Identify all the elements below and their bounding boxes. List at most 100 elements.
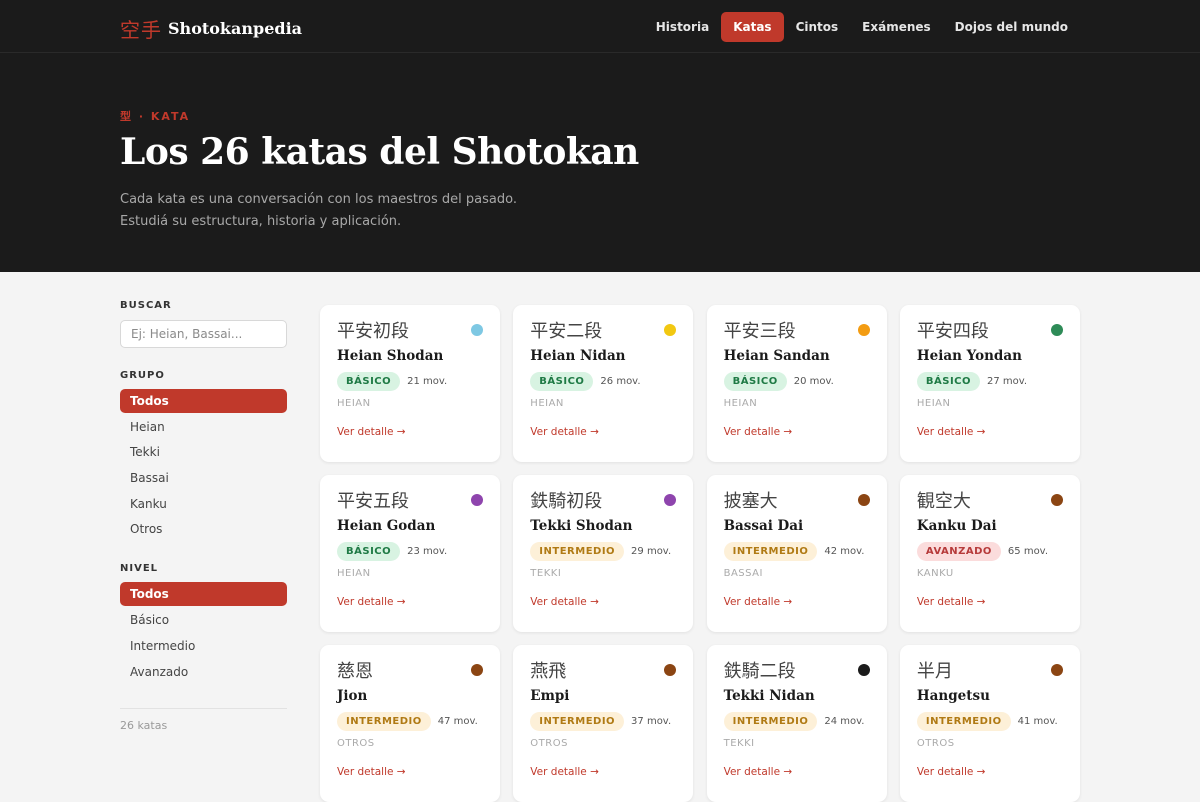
kata-kanji: 平安五段 — [337, 491, 409, 512]
kata-group: KANKU — [916, 568, 954, 579]
kata-card[interactable]: 鉄騎初段 Tekki Shodan INTERMEDIO 29 mov. TEKKI Ve… — [513, 475, 694, 632]
level-filter-todos[interactable]: Todos — [120, 582, 287, 607]
view-detail-link[interactable]: Ver detalle → — [724, 596, 870, 608]
belt-color-dot — [664, 664, 677, 676]
level-filter-list: Todos Básico Intermedio Avanzado — [120, 582, 287, 683]
kata-name: Jion — [337, 688, 368, 704]
view-detail-link[interactable]: Ver detalle → — [724, 426, 870, 438]
card-meta: INTERMEDIO 47 mov. — [337, 710, 483, 732]
nav-link-dojos[interactable]: Dojos del mundo — [943, 12, 1080, 42]
kata-group: TEKKI — [530, 568, 562, 579]
kata-name: Heian Godan — [337, 518, 436, 534]
card-header: 平安二段 — [530, 319, 677, 342]
kata-card[interactable]: 平安三段 Heian Sandan BÁSICO 20 mov. HEIAN Ver de… — [706, 305, 887, 462]
group-filter-tekki[interactable]: Tekki — [120, 440, 287, 464]
kata-count: 26 katas — [120, 707, 287, 732]
level-badge: BÁSICO — [337, 371, 401, 391]
moves-count: 37 mov. — [631, 715, 672, 727]
search-label: BUSCAR — [120, 300, 172, 311]
kata-kanji: 燕飛 — [530, 661, 567, 682]
kata-kanji: 鉄騎二段 — [723, 661, 796, 682]
kata-card[interactable]: 披塞大 Bassai Dai INTERMEDIO 42 mov. BASSAI Ver … — [706, 475, 887, 632]
brand-kanji: 空手 — [120, 18, 162, 42]
group-filter-bassai[interactable]: Bassai — [120, 466, 287, 490]
view-detail-link[interactable]: Ver detalle → — [530, 596, 676, 608]
view-detail-link[interactable]: Ver detalle → — [917, 766, 1063, 778]
kata-card[interactable]: 半月 Hangetsu INTERMEDIO 41 mov. OTROS Ver deta… — [899, 645, 1080, 802]
nav-link-historia[interactable]: Historia — [644, 12, 721, 42]
kata-kanji: 鉄騎初段 — [530, 491, 603, 512]
group-label: GRUPO — [120, 370, 165, 381]
belt-color-dot — [857, 664, 870, 676]
moves-count: 42 mov. — [824, 545, 865, 557]
kata-card[interactable]: 鉄騎二段 Tekki Nidan INTERMEDIO 24 mov. TEKKI Ver… — [706, 645, 887, 802]
brand-name: Shotokanpedia — [168, 19, 303, 38]
card-header: 鉄騎二段 — [723, 659, 870, 682]
hero-section: 型 · KATA Los 26 katas del Shotokan Cada … — [0, 53, 1200, 272]
view-detail-link[interactable]: Ver detalle → — [337, 426, 483, 438]
moves-count: 41 mov. — [1017, 715, 1058, 727]
belt-color-dot — [664, 494, 677, 506]
brand-logo[interactable]: 空手 Shotokanpedia — [120, 14, 302, 43]
card-header: 平安初段 — [337, 319, 483, 342]
moves-count: 20 mov. — [793, 375, 834, 387]
kata-grid: 平安初段 Heian Shodan BÁSICO 21 mov. HEIAN Ver de… — [320, 305, 1080, 802]
kata-name: Hangetsu — [916, 688, 990, 704]
kata-kanji: 平安二段 — [530, 321, 603, 342]
level-badge: BÁSICO — [916, 371, 981, 391]
kata-group: HEIAN — [337, 398, 371, 409]
moves-count: 24 mov. — [824, 715, 865, 727]
level-badge: INTERMEDIO — [530, 541, 625, 561]
kata-card[interactable]: 燕飛 Empi INTERMEDIO 37 mov. OTROS Ver detalle … — [513, 645, 694, 802]
view-detail-link[interactable]: Ver detalle → — [337, 766, 483, 778]
group-filter-list: Todos Heian Tekki Bassai Kanku Otros — [120, 389, 287, 541]
view-detail-link[interactable]: Ver detalle → — [530, 766, 676, 778]
level-filter-intermedio[interactable]: Intermedio — [120, 634, 287, 658]
kata-name: Tekki Shodan — [530, 518, 633, 534]
search-input[interactable] — [120, 320, 287, 348]
kata-kanji: 平安三段 — [723, 321, 796, 342]
kata-card[interactable]: 平安二段 Heian Nidan BÁSICO 26 mov. HEIAN Ver det… — [513, 305, 694, 462]
level-filter-basico[interactable]: Básico — [120, 608, 287, 632]
moves-count: 27 mov. — [987, 375, 1028, 387]
kata-name: Heian Nidan — [530, 348, 626, 364]
kata-group: OTROS — [530, 738, 568, 749]
level-badge: INTERMEDIO — [916, 711, 1011, 731]
kata-card[interactable]: 平安初段 Heian Shodan BÁSICO 21 mov. HEIAN Ver de… — [320, 305, 500, 462]
nav-link-katas[interactable]: Katas — [721, 12, 784, 42]
kata-kanji: 平安四段 — [916, 321, 989, 342]
group-filter-heian[interactable]: Heian — [120, 415, 287, 439]
kata-card[interactable]: 観空大 Kanku Dai AVANZADO 65 mov. KANKU Ver deta… — [899, 475, 1080, 632]
card-header: 観空大 — [916, 489, 1063, 512]
level-badge: INTERMEDIO — [723, 711, 818, 731]
level-badge: BÁSICO — [530, 371, 594, 391]
view-detail-link[interactable]: Ver detalle → — [724, 766, 870, 778]
kata-card[interactable]: 平安四段 Heian Yondan BÁSICO 27 mov. HEIAN Ver de… — [899, 305, 1080, 462]
group-filter-kanku[interactable]: Kanku — [120, 492, 287, 516]
kata-card[interactable]: 平安五段 Heian Godan BÁSICO 23 mov. HEIAN Ver det… — [320, 475, 500, 632]
view-detail-link[interactable]: Ver detalle → — [917, 596, 1063, 608]
hero-subtitle: Cada kata es una conversación con los ma… — [120, 192, 517, 229]
kata-kanji: 観空大 — [916, 491, 971, 512]
group-filter-otros[interactable]: Otros — [120, 517, 287, 541]
card-meta: INTERMEDIO 42 mov. — [723, 540, 870, 562]
view-detail-link[interactable]: Ver detalle → — [337, 596, 483, 608]
nav-link-cintos[interactable]: Cintos — [784, 12, 851, 42]
level-badge: AVANZADO — [916, 541, 1001, 561]
nav-link-examenes[interactable]: Exámenes — [850, 12, 943, 42]
kata-card[interactable]: 慈恩 Jion INTERMEDIO 47 mov. OTROS Ver detalle … — [320, 645, 500, 802]
card-header: 披塞大 — [723, 489, 870, 512]
card-meta: BÁSICO 23 mov. — [337, 540, 483, 562]
level-badge: INTERMEDIO — [530, 711, 625, 731]
level-filter-avanzado[interactable]: Avanzado — [120, 660, 287, 684]
kata-kanji: 披塞大 — [723, 491, 778, 512]
view-detail-link[interactable]: Ver detalle → — [530, 426, 676, 438]
card-header: 慈恩 — [337, 659, 483, 682]
kata-group: OTROS — [916, 738, 955, 749]
kata-group: BASSAI — [723, 568, 763, 579]
view-detail-link[interactable]: Ver detalle → — [917, 426, 1063, 438]
belt-color-dot — [1050, 324, 1063, 336]
card-meta: AVANZADO 65 mov. — [916, 540, 1063, 562]
group-filter-todos[interactable]: Todos — [120, 389, 287, 413]
moves-count: 23 mov. — [407, 545, 448, 557]
